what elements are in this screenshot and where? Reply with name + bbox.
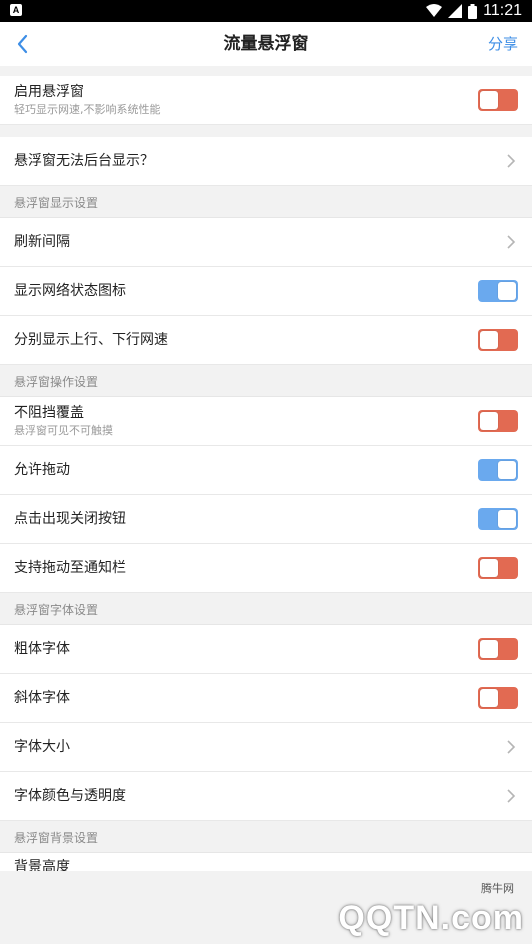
- font-size-row[interactable]: 字体大小: [0, 723, 532, 772]
- separate-up-down-speed-row[interactable]: 分别显示上行、下行网速: [0, 316, 532, 365]
- enable-floating-window-toggle[interactable]: [478, 89, 518, 111]
- row-label: 粗体字体: [14, 641, 70, 657]
- row-label: 刷新间隔: [14, 234, 70, 250]
- row-label: 启用悬浮窗: [14, 84, 84, 100]
- row-label: 字体大小: [14, 739, 70, 755]
- row-label: 分别显示上行、下行网速: [14, 332, 168, 348]
- watermark-cn: 腾牛网: [481, 882, 514, 895]
- drag-to-notification-toggle[interactable]: [478, 557, 518, 579]
- toggle-knob: [480, 640, 498, 658]
- toggle-knob: [480, 689, 498, 707]
- row-label: 背景高度: [14, 859, 70, 871]
- allow-drag-row[interactable]: 允许拖动: [0, 446, 532, 495]
- section-header-operation: 悬浮窗操作设置: [0, 365, 532, 397]
- row-label: 显示网络状态图标: [14, 283, 126, 299]
- separate-up-down-speed-toggle[interactable]: [478, 329, 518, 351]
- allow-drag-toggle[interactable]: [478, 459, 518, 481]
- show-network-icon-row[interactable]: 显示网络状态图标: [0, 267, 532, 316]
- row-label: 点击出现关闭按钮: [14, 511, 126, 527]
- toggle-knob: [498, 282, 516, 300]
- watermark-en: QQTN.com: [338, 899, 524, 937]
- bold-font-toggle[interactable]: [478, 638, 518, 660]
- chevron-right-icon: [507, 740, 516, 754]
- battery-icon: [468, 3, 478, 19]
- section-header-font: 悬浮窗字体设置: [0, 593, 532, 625]
- status-bar: A 11:21: [0, 0, 532, 22]
- no-block-overlay-toggle[interactable]: [478, 410, 518, 432]
- row-sublabel: 悬浮窗可见不可触摸: [14, 424, 113, 437]
- section-header-display: 悬浮窗显示设置: [0, 186, 532, 218]
- row-label: 字体颜色与透明度: [14, 788, 126, 804]
- status-icons: 11:21: [426, 0, 522, 22]
- toggle-knob: [498, 461, 516, 479]
- share-button[interactable]: 分享: [488, 22, 518, 66]
- divider: [0, 125, 532, 137]
- settings-list: 启用悬浮窗 轻巧显示网速,不影响系统性能 悬浮窗无法后台显示？ 悬浮窗显示设置 …: [0, 66, 532, 871]
- app-notification-icon: A: [10, 4, 22, 16]
- bold-font-row[interactable]: 粗体字体: [0, 625, 532, 674]
- clock: 11:21: [483, 2, 522, 19]
- page-title: 流量悬浮窗: [223, 34, 309, 54]
- divider: [0, 66, 532, 76]
- chevron-right-icon: [507, 789, 516, 803]
- background-display-help-row[interactable]: 悬浮窗无法后台显示？: [0, 137, 532, 186]
- refresh-interval-row[interactable]: 刷新间隔: [0, 218, 532, 267]
- italic-font-toggle[interactable]: [478, 687, 518, 709]
- background-height-row[interactable]: 背景高度: [0, 853, 532, 871]
- site-watermark: 腾牛网 QQTN.com: [314, 880, 524, 938]
- no-block-overlay-row[interactable]: 不阻挡覆盖 悬浮窗可见不可触摸: [0, 397, 532, 446]
- nav-bar: 流量悬浮窗 分享: [0, 22, 532, 67]
- row-sublabel: 轻巧显示网速,不影响系统性能: [14, 103, 161, 116]
- drag-to-notification-row[interactable]: 支持拖动至通知栏: [0, 544, 532, 593]
- row-label: 斜体字体: [14, 690, 70, 706]
- font-color-opacity-row[interactable]: 字体颜色与透明度: [0, 772, 532, 821]
- toggle-knob: [480, 559, 498, 577]
- toggle-knob: [480, 331, 498, 349]
- chevron-right-icon: [507, 235, 516, 249]
- wifi-icon: [426, 4, 443, 17]
- click-show-close-toggle[interactable]: [478, 508, 518, 530]
- show-network-icon-toggle[interactable]: [478, 280, 518, 302]
- italic-font-row[interactable]: 斜体字体: [0, 674, 532, 723]
- toggle-knob: [498, 510, 516, 528]
- chevron-right-icon: [507, 154, 516, 168]
- row-label: 支持拖动至通知栏: [14, 560, 126, 576]
- toggle-knob: [480, 412, 498, 430]
- row-label: 悬浮窗无法后台显示？: [14, 153, 154, 169]
- enable-floating-window-row[interactable]: 启用悬浮窗 轻巧显示网速,不影响系统性能: [0, 76, 532, 125]
- row-label: 不阻挡覆盖: [14, 405, 84, 421]
- section-header-background: 悬浮窗背景设置: [0, 821, 532, 853]
- row-label: 允许拖动: [14, 462, 70, 478]
- toggle-knob: [480, 91, 498, 109]
- signal-icon: [448, 4, 463, 18]
- click-show-close-row[interactable]: 点击出现关闭按钮: [0, 495, 532, 544]
